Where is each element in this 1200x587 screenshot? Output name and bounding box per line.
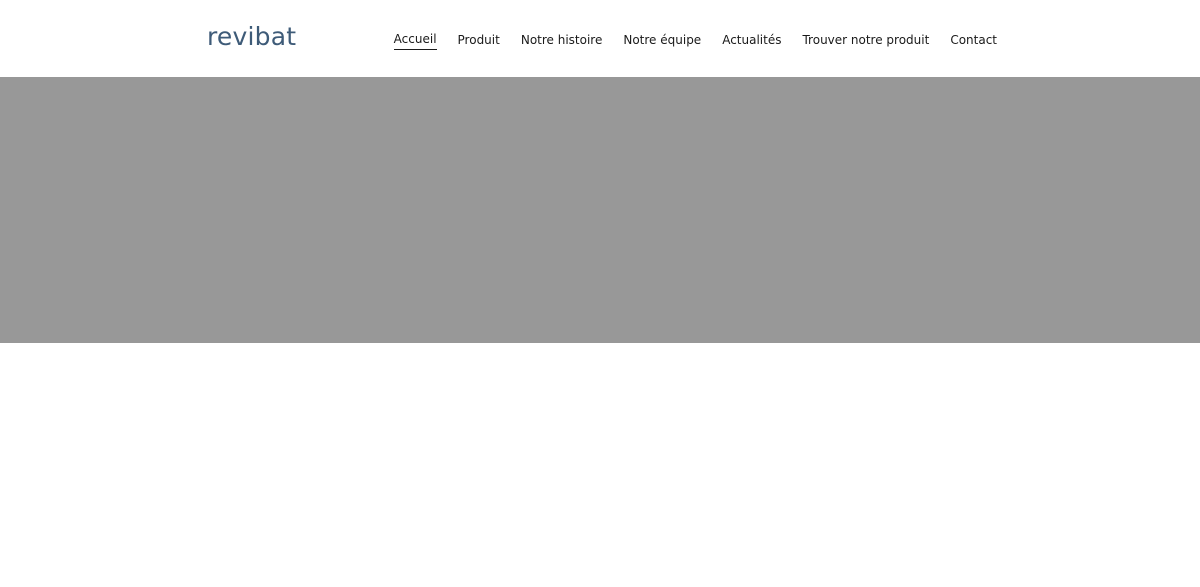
revibat-logo[interactable]: revibat (207, 22, 296, 52)
nav-item-accueil[interactable]: Accueil (393, 30, 437, 50)
site-header: revibat Accueil Produit Notre histoire N… (0, 0, 1200, 77)
nav-item-actualites[interactable]: Actualités (722, 31, 781, 50)
nav-item-trouver-notre-produit[interactable]: Trouver notre produit (802, 31, 929, 50)
logo-wordmark: revibat (207, 22, 297, 51)
nav-item-notre-histoire[interactable]: Notre histoire (521, 31, 603, 50)
nav-item-produit[interactable]: Produit (458, 31, 500, 50)
main-content (0, 343, 1200, 587)
nav-item-contact[interactable]: Contact (950, 31, 997, 50)
main-navigation: Accueil Produit Notre histoire Notre équ… (393, 30, 997, 50)
hero-banner (0, 77, 1200, 343)
nav-item-notre-equipe[interactable]: Notre équipe (623, 31, 701, 50)
